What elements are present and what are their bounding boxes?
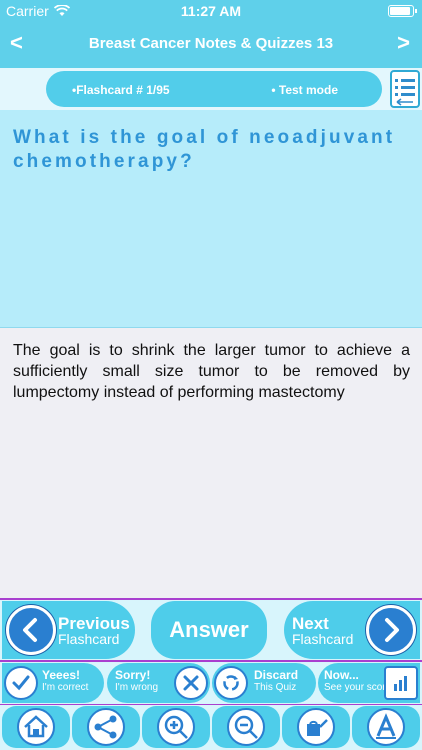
list-icon[interactable] — [390, 70, 420, 108]
x-icon — [174, 666, 208, 700]
water-button[interactable] — [282, 706, 350, 748]
share-button[interactable] — [72, 706, 140, 748]
flashcard-nav-row: Previous Flashcard Answer Next Flashcard — [0, 600, 422, 660]
nav-bar: < Breast Cancer Notes & Quizzes 13 > — [0, 22, 422, 68]
correct-label: Yeees! — [42, 668, 81, 682]
forward-chevron-icon[interactable]: > — [397, 30, 410, 56]
flashcard-number: •Flashcard # 1/95 — [72, 83, 170, 97]
next-label: Next — [292, 614, 329, 633]
correct-sublabel: I'm correct — [42, 682, 89, 693]
font-icon — [367, 708, 405, 746]
recycle-icon — [214, 666, 248, 700]
next-sublabel: Flashcard — [292, 631, 354, 647]
mark-correct-button[interactable]: Yeees! I'm correct — [2, 663, 104, 703]
test-mode-label: • Test mode — [271, 83, 338, 97]
score-sublabel: See your score — [324, 682, 392, 693]
home-icon — [17, 708, 55, 746]
font-button[interactable] — [352, 706, 420, 748]
zoom-out-button[interactable] — [212, 706, 280, 748]
page-title: Breast Cancer Notes & Quizzes 13 — [88, 35, 334, 52]
clock: 11:27 AM — [180, 3, 242, 19]
bar-chart-icon — [384, 666, 418, 700]
flashcard-info-pill: •Flashcard # 1/95 • Test mode — [46, 71, 382, 107]
status-bar: Carrier 11:27 AM — [0, 0, 422, 22]
question-panel: What is the goal of neoadjuvant chemothe… — [0, 110, 422, 328]
watering-can-icon — [297, 708, 335, 746]
answer-text: The goal is to shrink the larger tumor t… — [13, 342, 410, 401]
previous-flashcard-button[interactable]: Previous Flashcard — [2, 601, 135, 659]
wrong-sublabel: I'm wrong — [115, 682, 159, 693]
mark-row: Yeees! I'm correct Sorry! I'm wrong Disc… — [0, 662, 422, 704]
mark-wrong-button[interactable]: Sorry! I'm wrong — [107, 663, 210, 703]
arrow-left-icon — [6, 605, 56, 655]
answer-panel: The goal is to shrink the larger tumor t… — [0, 328, 422, 598]
controls-panel: Previous Flashcard Answer Next Flashcard… — [0, 598, 422, 750]
question-text: What is the goal of neoadjuvant chemothe… — [13, 127, 396, 172]
zoom-in-icon — [157, 708, 195, 746]
check-icon — [4, 666, 38, 700]
back-chevron-icon[interactable]: < — [10, 30, 23, 56]
previous-label: Previous — [58, 614, 130, 633]
discard-sublabel: This Quiz — [254, 682, 297, 693]
answer-button[interactable]: Answer — [151, 601, 267, 659]
discard-label: Discard — [254, 668, 299, 682]
wrong-label: Sorry! — [115, 668, 151, 682]
battery-icon — [388, 5, 417, 17]
toolbar — [0, 705, 422, 750]
home-button[interactable] — [2, 706, 70, 748]
discard-quiz-button[interactable]: Discard This Quiz — [212, 663, 316, 703]
score-label: Now... — [324, 668, 359, 682]
zoom-out-icon — [227, 708, 265, 746]
zoom-in-button[interactable] — [142, 706, 210, 748]
arrow-right-icon — [366, 605, 416, 655]
previous-sublabel: Flashcard — [58, 631, 120, 647]
next-flashcard-button[interactable]: Next Flashcard — [284, 601, 420, 659]
see-score-button[interactable]: Now... See your score — [318, 663, 420, 703]
flashcard-info-bar: •Flashcard # 1/95 • Test mode — [0, 68, 422, 110]
share-icon — [87, 708, 125, 746]
